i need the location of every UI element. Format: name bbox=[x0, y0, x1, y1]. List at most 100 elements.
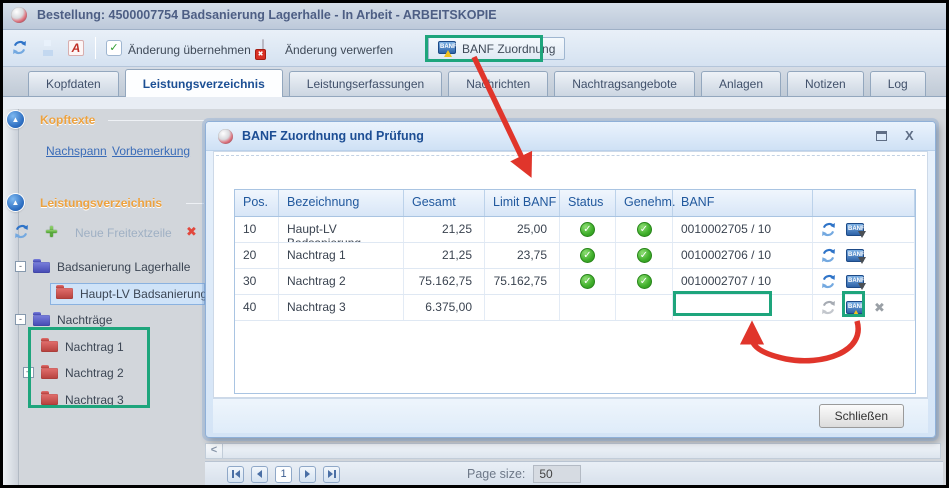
link-nachspann[interactable]: Nachspann bbox=[46, 144, 107, 158]
pagination-buttons: 1 bbox=[227, 466, 347, 483]
tree-node-haupt-lv-badsanierung[interactable]: Haupt-LV Badsanierung bbox=[50, 283, 205, 305]
status-ok-icon: ✓ bbox=[637, 274, 652, 289]
column-header-banf[interactable]: BANF bbox=[673, 190, 813, 216]
cell-actions: BANF bbox=[813, 243, 915, 268]
tree-expander-expand[interactable]: + bbox=[23, 367, 34, 378]
link-vorbemerkung[interactable]: Vorbemerkung bbox=[112, 144, 190, 158]
cell-status: ✓ bbox=[560, 269, 616, 294]
tab-leistungserfassungen[interactable]: Leistungserfassungen bbox=[289, 71, 442, 96]
tree-node-nachtrag-2[interactable]: Nachtrag 2 bbox=[36, 362, 129, 384]
folder-icon bbox=[41, 394, 58, 405]
banf-view-button[interactable]: BANF bbox=[846, 275, 864, 288]
schliessen-button[interactable]: Schließen bbox=[819, 404, 904, 428]
refresh-banf-button[interactable] bbox=[821, 274, 836, 289]
cell-genehm: ✓ bbox=[616, 269, 673, 294]
new-freetext-button[interactable]: Neue Freitextzeile bbox=[75, 226, 172, 240]
tab-anlagen[interactable]: Anlagen bbox=[701, 71, 781, 96]
column-header-limit-banf[interactable]: Limit BANF bbox=[485, 190, 560, 216]
dialog-close-icon[interactable]: X bbox=[905, 128, 914, 143]
apply-change-icon[interactable]: ✓ bbox=[106, 40, 122, 56]
cell-limit-banf bbox=[485, 295, 560, 320]
arrow-right-icon bbox=[305, 470, 310, 478]
discard-x-icon: ✖ bbox=[255, 49, 266, 60]
banf-table-header: Pos.BezeichnungGesamtLimit BANFStatusGen… bbox=[235, 190, 915, 217]
folder-icon bbox=[33, 262, 50, 273]
banf-create-button[interactable]: BANF bbox=[438, 41, 456, 54]
dialog-logo-icon bbox=[218, 129, 233, 144]
column-header-bezeichnung[interactable]: Bezeichnung bbox=[279, 190, 404, 216]
banf-zuordnung-button[interactable]: BANF BANF Zuordnung bbox=[428, 37, 565, 60]
page-prev-button[interactable] bbox=[251, 466, 268, 483]
tree-expander-collapse[interactable]: - bbox=[15, 261, 26, 272]
dialog-title: BANF Zuordnung und Prüfung bbox=[242, 129, 424, 143]
scroll-left-button[interactable]: < bbox=[206, 444, 223, 458]
tab-log[interactable]: Log bbox=[870, 71, 926, 96]
dialog-footer: Schließen bbox=[213, 398, 928, 433]
page-number-button[interactable]: 1 bbox=[275, 466, 292, 483]
tree-expander-collapse[interactable]: - bbox=[15, 314, 26, 325]
section-title-kopftexte: Kopftexte bbox=[40, 113, 95, 127]
banf-create-button[interactable]: BANF bbox=[846, 301, 864, 314]
arrow-left-icon bbox=[257, 470, 262, 478]
refresh-banf-button[interactable] bbox=[821, 248, 836, 263]
tree-node-nachtrag-3[interactable]: Nachtrag 3 bbox=[36, 389, 129, 411]
tree-node-nachtrag-1[interactable]: Nachtrag 1 bbox=[36, 336, 129, 358]
section-divider bbox=[108, 120, 204, 121]
page-next-button[interactable] bbox=[299, 466, 316, 483]
page-size-input[interactable] bbox=[533, 465, 581, 483]
tree-node-badsanierung-lagerhalle[interactable]: Badsanierung Lagerhalle bbox=[28, 256, 195, 278]
collapse-lv-button[interactable]: ▲ bbox=[7, 194, 24, 211]
add-freetext-icon[interactable] bbox=[44, 224, 59, 239]
section-title-leistungsverzeichnis: Leistungsverzeichnis bbox=[40, 196, 162, 210]
tab-leistungsverzeichnis[interactable]: Leistungsverzeichnis bbox=[125, 69, 283, 97]
banf-view-button[interactable]: BANF bbox=[846, 223, 864, 236]
page-last-button[interactable] bbox=[323, 466, 340, 483]
dialog-maximize-button[interactable] bbox=[876, 131, 887, 141]
folder-icon bbox=[33, 315, 50, 326]
tree-node-nachträge[interactable]: Nachträge bbox=[28, 309, 117, 331]
cell-bezeichnung: Haupt-LV Badsanierung bbox=[279, 217, 404, 242]
cell-actions: BANF bbox=[813, 269, 915, 294]
column-header-gesamt[interactable]: Gesamt bbox=[404, 190, 485, 216]
banf-table-row-pos-20[interactable]: 20Nachtrag 121,2523,75✓✓0010002706 / 10B… bbox=[235, 243, 915, 269]
banf-table-row-pos-10[interactable]: 10Haupt-LV Badsanierung21,2525,00✓✓00100… bbox=[235, 217, 915, 243]
collapse-kopftexte-button[interactable]: ▲ bbox=[7, 111, 24, 128]
cell-bezeichnung: Nachtrag 2 bbox=[279, 269, 404, 294]
refresh-button[interactable] bbox=[12, 40, 27, 55]
arrow-left-icon bbox=[235, 470, 240, 478]
tree-node-label: Nachtrag 2 bbox=[65, 366, 124, 380]
discard-change-icon[interactable]: ✖ bbox=[262, 39, 264, 58]
column-header-pos[interactable]: Pos. bbox=[235, 190, 279, 216]
tab-notizen[interactable]: Notizen bbox=[787, 71, 864, 96]
refresh-banf-button[interactable] bbox=[821, 222, 836, 237]
column-header-status[interactable]: Status bbox=[560, 190, 616, 216]
lv-tree: -Badsanierung LagerhalleHaupt-LV Badsani… bbox=[3, 256, 205, 416]
pdf-export-button[interactable]: A bbox=[68, 40, 84, 56]
dialog-titlebar[interactable]: BANF Zuordnung und Prüfung bbox=[206, 122, 935, 151]
page-first-button[interactable] bbox=[227, 466, 244, 483]
tree-refresh-button[interactable] bbox=[14, 224, 29, 239]
folder-icon bbox=[56, 288, 73, 299]
apply-change-button[interactable]: Änderung übernehmen bbox=[128, 43, 251, 57]
column-header-actions[interactable] bbox=[813, 190, 915, 216]
cell-gesamt: 6.375,00 bbox=[404, 295, 485, 320]
horizontal-scrollbar[interactable]: < bbox=[205, 443, 941, 459]
discard-change-button[interactable]: Änderung verwerfen bbox=[285, 43, 393, 57]
tab-kopfdaten[interactable]: Kopfdaten bbox=[28, 71, 119, 96]
delete-node-button[interactable]: ✖ bbox=[186, 224, 197, 240]
window-titlebar: Bestellung: 4500007754 Badsanierung Lage… bbox=[0, 0, 949, 30]
refresh-banf-disabled-icon[interactable] bbox=[821, 300, 836, 315]
window-title: Bestellung: 4500007754 Badsanierung Lage… bbox=[37, 8, 497, 22]
banf-table-row-pos-40[interactable]: 40Nachtrag 36.375,00BANF✖ bbox=[235, 295, 915, 321]
banf-view-button[interactable]: BANF bbox=[846, 249, 864, 262]
delete-banf-button[interactable]: ✖ bbox=[874, 300, 885, 315]
cell-status: ✓ bbox=[560, 217, 616, 242]
arrow-down-icon bbox=[858, 257, 866, 264]
column-header-genehm[interactable]: Genehm. bbox=[616, 190, 673, 216]
cell-pos: 10 bbox=[235, 217, 279, 242]
banf-table-row-pos-30[interactable]: 30Nachtrag 275.162,7575.162,75✓✓00100027… bbox=[235, 269, 915, 295]
tab-nachrichten[interactable]: Nachrichten bbox=[448, 71, 548, 96]
tree-node-label: Nachträge bbox=[57, 313, 112, 327]
tab-nachtragsangebote[interactable]: Nachtragsangebote bbox=[554, 71, 695, 96]
section-divider bbox=[186, 203, 204, 204]
